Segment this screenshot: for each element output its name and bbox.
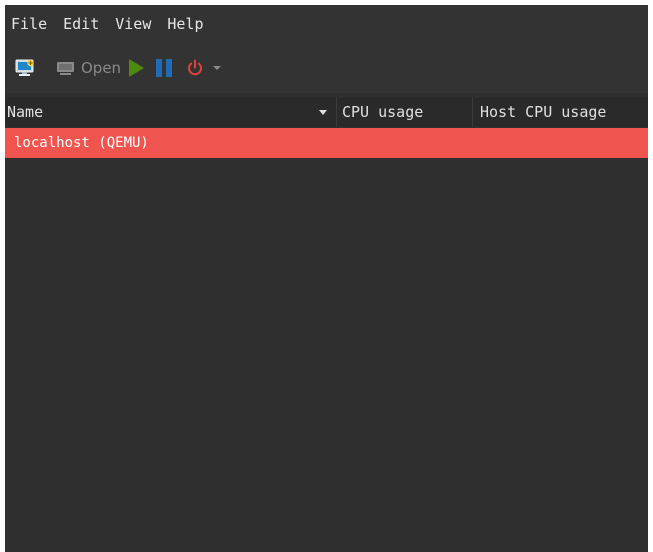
pause-button[interactable] xyxy=(155,53,177,83)
new-vm-icon xyxy=(15,59,34,76)
play-icon xyxy=(129,59,145,77)
column-header-host-cpu-usage-label: Host CPU usage xyxy=(480,103,607,121)
run-button[interactable] xyxy=(127,53,149,83)
pause-icon xyxy=(156,59,173,77)
connection-name: localhost (QEMU) xyxy=(14,135,149,151)
virt-manager-window: File Edit View Help Open Name CPU usage … xyxy=(5,5,648,552)
menu-help[interactable]: Help xyxy=(159,5,211,43)
monitor-icon xyxy=(57,62,74,75)
column-header-cpu-usage-label: CPU usage xyxy=(342,103,424,121)
column-header-host-cpu-usage[interactable]: Host CPU usage xyxy=(480,97,648,127)
connection-list[interactable]: localhost (QEMU) xyxy=(5,128,648,552)
menu-view[interactable]: View xyxy=(107,5,159,43)
menubar: File Edit View Help xyxy=(5,5,648,43)
power-icon xyxy=(188,59,203,76)
column-separator[interactable] xyxy=(472,97,473,127)
table-header: Name CPU usage Host CPU usage xyxy=(5,97,648,127)
column-header-name-label: Name xyxy=(7,103,44,121)
toolbar: Open xyxy=(5,43,648,93)
shutdown-button[interactable] xyxy=(186,53,208,83)
chevron-down-icon xyxy=(213,66,222,70)
sort-descending-icon xyxy=(319,110,327,115)
column-header-name[interactable]: Name xyxy=(7,97,332,127)
column-separator[interactable] xyxy=(336,97,337,127)
shutdown-menu-button[interactable] xyxy=(212,53,226,83)
open-button-label: Open xyxy=(81,59,122,77)
new-vm-button[interactable] xyxy=(14,53,40,83)
column-header-cpu-usage[interactable]: CPU usage xyxy=(342,97,468,127)
menu-edit[interactable]: Edit xyxy=(55,5,107,43)
menu-file[interactable]: File xyxy=(5,5,55,43)
list-item[interactable]: localhost (QEMU) xyxy=(5,128,648,158)
open-button[interactable]: Open xyxy=(56,53,121,83)
